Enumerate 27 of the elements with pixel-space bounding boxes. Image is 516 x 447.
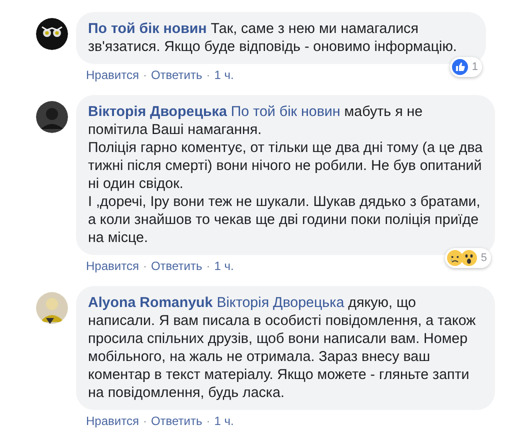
reply-link[interactable]: Ответить (150, 258, 202, 274)
author-link[interactable]: Alyona Romanyuk (88, 295, 213, 311)
separator-dot: · (142, 413, 148, 429)
separator-dot: · (205, 258, 212, 274)
like-link[interactable]: Нравится (86, 67, 139, 83)
reactions-badge[interactable]: 5 (444, 248, 491, 268)
reactions-badge[interactable]: 1 (450, 57, 482, 77)
separator-dot: · (205, 67, 212, 83)
timestamp-link[interactable]: 1 ч. (214, 67, 234, 83)
reply-link[interactable]: Ответить (150, 67, 202, 83)
comment-text: По той бік новин Так, саме з нею ми намагалися зв'язатися. Якщо буде відповідь - оновимо інформацію. (88, 20, 458, 56)
mention-link[interactable]: Вікторія Дворецька (216, 295, 344, 311)
reaction-count: 1 (472, 60, 478, 75)
mention-link[interactable]: По той бік новин (230, 104, 340, 120)
author-link[interactable]: По той бік новин (88, 21, 207, 37)
comment-text: Вікторія Дворецька По той бік новин мабуть я не помітила Ваші намагання. Поліція гарно коментує, от тільки ще два дні тому (а це два тижні після смерті) вони нічого не робили. Не був опитаний ні один свідок. І ,доречі, Іру вони теж не шукали. Шукав дядько з братами, а коли знайшов то чекав ще дві години поки поліція приїде на місце. (88, 103, 483, 247)
reaction-count: 5 (480, 251, 487, 266)
author-link[interactable]: Вікторія Дворецька (88, 104, 227, 120)
separator-dot: · (142, 67, 148, 83)
like-link[interactable]: Нравится (86, 413, 139, 429)
like-link[interactable]: Нравится (86, 258, 139, 274)
comment-text: Alyona Romanyuk Вікторія Дворецька дякую, що написали. Я вам писала в особисті повідомлення, а також просила спільних друзів, щоб вони написали вам. Номер мобільного, на жаль не отримала. Зараз внесу ваш коментар в текст матеріалу. Якщо можете - гляньте запти на повідомлення, будь ласка. (88, 294, 477, 402)
timestamp-link[interactable]: 1 ч. (214, 413, 234, 429)
separator-dot: · (142, 258, 148, 274)
separator-dot: · (205, 413, 212, 429)
reply-link[interactable]: Ответить (150, 413, 202, 429)
timestamp-link[interactable]: 1 ч. (214, 258, 234, 274)
